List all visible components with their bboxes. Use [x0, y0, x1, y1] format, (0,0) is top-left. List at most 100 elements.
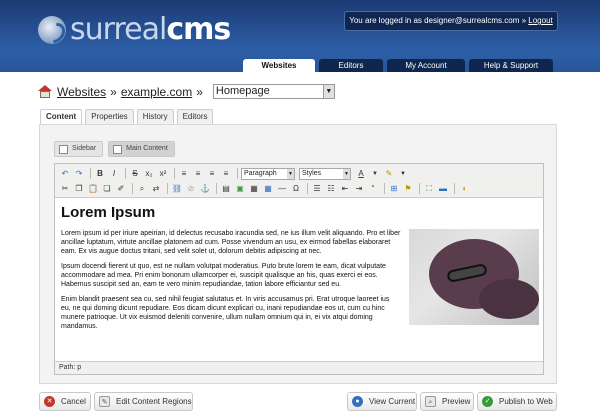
breadcrumb-separator: »	[196, 84, 203, 99]
help-icon[interactable]: ◖	[458, 183, 470, 195]
chevron-down-icon[interactable]: ▼	[369, 168, 381, 180]
breadcrumb-websites-link[interactable]: Websites	[57, 85, 106, 99]
content-panel: Sidebar Main Content ↶ ↷ B I S x₂ x² ≡ ≡…	[39, 124, 557, 384]
cut-icon[interactable]: ✂	[59, 183, 71, 195]
region-icon	[113, 144, 123, 154]
italic-icon[interactable]: I	[108, 168, 120, 180]
horizontal-rule-icon[interactable]: —	[276, 183, 288, 195]
replace-icon[interactable]: ⇄	[150, 183, 162, 195]
region-tab-main-content[interactable]: Main Content	[108, 141, 175, 157]
toolbar-divider	[419, 183, 420, 194]
chevron-down-icon: ▼	[343, 168, 350, 179]
rich-text-editor: ↶ ↷ B I S x₂ x² ≡ ≡ ≡ ≡ Paragraph ▼ Styl…	[54, 163, 544, 375]
numbered-list-icon[interactable]: ☷	[325, 183, 337, 195]
content-image[interactable]	[409, 229, 539, 325]
nav-tab-my-account[interactable]: My Account	[387, 59, 465, 72]
strikethrough-icon[interactable]: S	[129, 168, 141, 180]
redo-icon[interactable]: ↷	[73, 168, 85, 180]
publish-button-label: Publish to Web	[499, 397, 553, 406]
toolbar-divider	[90, 168, 91, 179]
nav-tab-help-support[interactable]: Help & Support	[469, 59, 553, 72]
template-icon[interactable]: ⚑	[402, 183, 414, 195]
region-tab-label: Main Content	[126, 145, 168, 152]
breadcrumb: Websites » example.com » Homepage ▼	[38, 84, 335, 99]
insert-element-icon[interactable]: ⊞	[388, 183, 400, 195]
chevron-down-icon[interactable]: ▼	[397, 168, 409, 180]
format-select[interactable]: Paragraph ▼	[241, 167, 295, 180]
nav-tab-websites[interactable]: Websites	[243, 59, 315, 72]
highlight-color-icon[interactable]: ✎	[383, 168, 395, 180]
text-color-icon[interactable]: A	[355, 168, 367, 180]
cancel-button-label: Cancel	[61, 397, 86, 406]
paste-icon[interactable]: 📋	[87, 183, 99, 195]
region-tab-sidebar[interactable]: Sidebar	[54, 141, 104, 157]
align-right-icon[interactable]: ≡	[206, 168, 218, 180]
view-current-button[interactable]: ● View Current	[347, 392, 417, 411]
tab-history[interactable]: History	[136, 109, 174, 124]
align-justify-icon[interactable]: ≡	[220, 168, 232, 180]
login-status: You are logged in as designer@surrealcms…	[344, 11, 558, 31]
logo-text: surrealcms	[70, 12, 231, 47]
edit-content-regions-button[interactable]: ✎ Edit Content Regions	[94, 392, 193, 411]
home-icon	[38, 84, 53, 99]
toolbar-divider	[454, 183, 455, 194]
indent-icon[interactable]: ⇥	[353, 183, 365, 195]
bullet-list-icon[interactable]: ☰	[311, 183, 323, 195]
align-left-icon[interactable]: ≡	[178, 168, 190, 180]
find-icon[interactable]: ⌕	[136, 183, 148, 195]
copy-icon[interactable]: ❐	[73, 183, 85, 195]
toolbar-row-2: ✂ ❐ 📋 ❏ ✐ ⌕ ⇄ ⛓ ⊘ ⚓ ▤ ▣ ▦ ▦ — Ω ☰ ☷ ⇤ ⇥ …	[59, 181, 539, 196]
editor-content-area[interactable]: Lorem Ipsum Lorem ipsum id per iriure ap…	[61, 204, 539, 354]
subscript-icon[interactable]: x₂	[143, 168, 155, 180]
breadcrumb-site-link[interactable]: example.com	[121, 85, 192, 99]
preview-icon: ⌕	[425, 396, 436, 407]
outdent-icon[interactable]: ⇤	[339, 183, 351, 195]
toolbar-divider	[237, 168, 238, 179]
content-heading: Lorem Ipsum	[61, 204, 156, 221]
region-icon	[59, 144, 68, 154]
tab-properties[interactable]: Properties	[85, 109, 134, 124]
element-path-bar: Path: p	[55, 361, 543, 374]
clean-format-icon[interactable]: ✐	[115, 183, 127, 195]
preview-button[interactable]: ⌕ Preview	[420, 392, 474, 411]
chevron-down-icon[interactable]: ▼	[322, 85, 334, 98]
main-nav: Websites Editors My Account Help & Suppo…	[243, 59, 557, 72]
blockquote-icon[interactable]: “	[367, 183, 379, 195]
nav-tab-editors[interactable]: Editors	[319, 59, 383, 72]
fullscreen-icon[interactable]: ⛶	[423, 183, 435, 195]
special-char-icon[interactable]: Ω	[290, 183, 302, 195]
tab-content[interactable]: Content	[40, 109, 83, 124]
cancel-icon: ✕	[44, 396, 55, 407]
table-icon[interactable]: ▦	[262, 183, 274, 195]
logout-link[interactable]: Logout	[528, 16, 552, 25]
editor-toolbar: ↶ ↷ B I S x₂ x² ≡ ≡ ≡ ≡ Paragraph ▼ Styl…	[55, 164, 543, 198]
source-code-icon[interactable]: ▬	[437, 183, 449, 195]
toolbar-divider	[307, 183, 308, 194]
bold-icon[interactable]: B	[94, 168, 106, 180]
login-status-text: You are logged in as designer@surrealcms…	[349, 16, 527, 25]
link-icon[interactable]: ⛓	[171, 183, 183, 195]
styles-select[interactable]: Styles ▼	[299, 167, 351, 180]
edit-icon: ✎	[99, 396, 110, 407]
region-tabs: Sidebar Main Content	[54, 141, 180, 157]
undo-icon[interactable]: ↶	[59, 168, 71, 180]
tab-editors[interactable]: Editors	[176, 109, 214, 124]
preview-button-label: Preview	[442, 397, 471, 406]
document-icon[interactable]: ▤	[220, 183, 232, 195]
editor-tabs: Content Properties History Editors	[40, 109, 216, 124]
media-icon[interactable]: ▦	[248, 183, 260, 195]
image-icon[interactable]: ▣	[234, 183, 246, 195]
unlink-icon[interactable]: ⊘	[185, 183, 197, 195]
edit-regions-button-label: Edit Content Regions	[116, 397, 192, 406]
toolbar-row-1: ↶ ↷ B I S x₂ x² ≡ ≡ ≡ ≡ Paragraph ▼ Styl…	[59, 166, 539, 181]
publish-to-web-button[interactable]: ✓ Publish to Web	[477, 392, 557, 411]
superscript-icon[interactable]: x²	[157, 168, 169, 180]
cancel-button[interactable]: ✕ Cancel	[39, 392, 91, 411]
breadcrumb-separator: »	[110, 84, 117, 99]
paste-word-icon[interactable]: ❏	[101, 183, 113, 195]
anchor-icon[interactable]: ⚓	[199, 183, 211, 195]
styles-select-value: Styles	[302, 169, 322, 177]
align-center-icon[interactable]: ≡	[192, 168, 204, 180]
page-select[interactable]: Homepage ▼	[212, 84, 335, 99]
surrealcms-logo[interactable]: surrealcms	[38, 12, 231, 47]
